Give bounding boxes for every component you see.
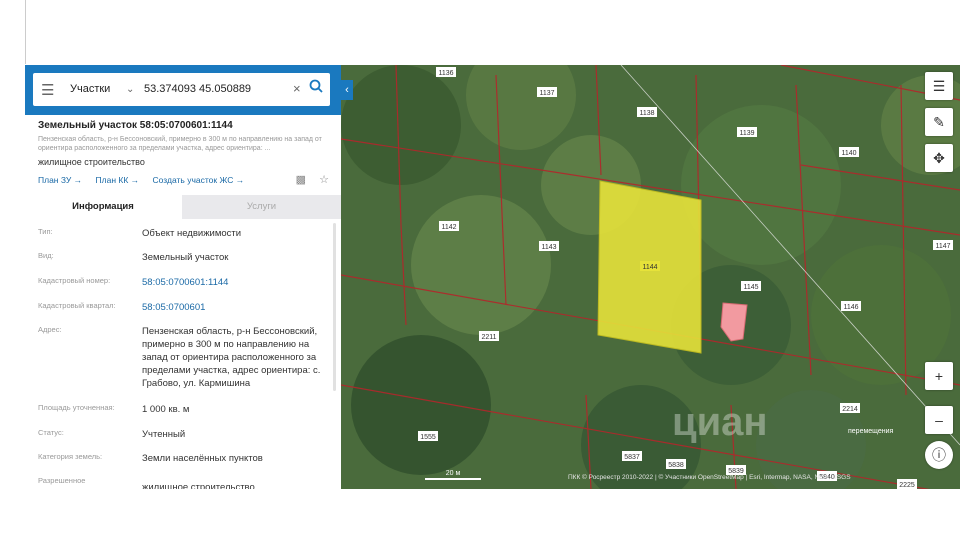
scale-bar: 20 м — [425, 470, 481, 480]
info-label: Адрес: — [38, 325, 62, 334]
scale-label: 20 м — [445, 470, 461, 477]
panel-tabs: Информация Услуги — [25, 195, 341, 219]
parcel-label: 1138 — [637, 107, 657, 117]
panel-actions: ▩ ☆ — [296, 173, 329, 186]
info-label: Разрешенное — [38, 476, 86, 485]
parcel-label: 1144 — [640, 261, 660, 271]
info-label: Кадастровый номер: — [38, 276, 111, 285]
info-label: Площадь уточненная: — [38, 403, 115, 412]
search-icon[interactable] — [309, 79, 323, 97]
category-select[interactable]: Участки — [70, 83, 110, 95]
parcel-label: 2211 — [479, 331, 499, 341]
info-value: Пензенская область, р-н Бессоновский, пр… — [142, 326, 321, 389]
zoom-out-button[interactable]: – — [925, 406, 953, 434]
plan-kk-link[interactable]: План КК → — [96, 175, 140, 185]
info-label: Статус: — [38, 428, 64, 437]
map-attribution: ПКК © Росреестр 2010-2022 | © Участники … — [568, 474, 851, 481]
svg-text:1555: 1555 — [420, 434, 436, 441]
parcel-label: 1146 — [841, 301, 861, 311]
map-canvas[interactable]: 1136 1137 1138 1139 1140 1142 1143 1144 … — [341, 65, 960, 489]
info-value: Земельный участок — [142, 252, 229, 263]
info-panel: ☰ Участки ⌄ 53.374093 45.050889 × Земель… — [25, 65, 341, 489]
parcel-label: 1555 — [418, 431, 438, 441]
cadastral-quarter-link[interactable]: 58:05:0700601 — [142, 301, 332, 314]
measure-button[interactable]: ✎ — [925, 108, 953, 136]
locate-button[interactable]: ✥ — [925, 144, 953, 172]
parcel-use: жилищное строительство — [38, 157, 145, 167]
panel-scrollbar[interactable] — [333, 223, 336, 391]
broken-image: перемещения — [848, 428, 894, 435]
close-icon[interactable]: × — [293, 81, 301, 96]
tab-info[interactable]: Информация — [25, 195, 181, 219]
svg-text:2225: 2225 — [899, 482, 915, 489]
svg-text:2211: 2211 — [481, 334, 496, 341]
svg-text:1146: 1146 — [843, 304, 858, 311]
parcel-label: 1136 — [436, 67, 456, 77]
info-value: жилищное строительство — [142, 482, 255, 489]
svg-text:1139: 1139 — [739, 130, 754, 137]
collapse-panel-button[interactable]: ‹ — [341, 80, 353, 100]
create-parcel-link[interactable]: Создать участок ЖС → — [153, 175, 245, 185]
parcel-label: 1143 — [539, 241, 559, 251]
info-icon: ⓘ — [932, 447, 946, 463]
parcel-label: 1137 — [537, 87, 557, 97]
watermark-logo: циан — [672, 400, 768, 444]
svg-text:1147: 1147 — [935, 243, 950, 250]
svg-text:5838: 5838 — [668, 462, 684, 469]
export-icon[interactable]: ▩ — [296, 174, 306, 186]
svg-text:1144: 1144 — [642, 264, 657, 271]
info-label: Кадастровый квартал: — [38, 301, 116, 310]
svg-text:1136: 1136 — [438, 70, 453, 77]
info-button[interactable]: ⓘ — [925, 441, 953, 469]
info-value: Учтенный — [142, 429, 186, 440]
svg-text:1143: 1143 — [541, 244, 556, 251]
parcel-label: 5837 — [622, 451, 642, 461]
parcel-label: 2214 — [840, 403, 860, 413]
svg-text:1140: 1140 — [841, 150, 856, 157]
ruler-icon: ✎ — [933, 114, 945, 130]
parcel-label: 1139 — [737, 127, 757, 137]
svg-text:2214: 2214 — [842, 406, 858, 413]
parcel-title: Земельный участок 58:05:0700601:1144 — [38, 120, 233, 131]
locate-icon: ✥ — [933, 150, 945, 166]
parcel-label: 1145 — [741, 281, 761, 291]
parcel-label: 2225 — [897, 479, 917, 489]
svg-text:1145: 1145 — [743, 284, 758, 291]
info-label: Вид: — [38, 251, 54, 260]
parcel-label: 1142 — [439, 221, 459, 231]
info-value: 1 000 кв. м — [142, 404, 190, 415]
layers-icon: ☰ — [932, 78, 946, 94]
page-edge — [25, 0, 26, 64]
zoom-in-button[interactable]: + — [925, 362, 953, 390]
chevron-down-icon[interactable]: ⌄ — [126, 84, 134, 95]
info-label: Тип: — [38, 227, 53, 236]
info-value: Земли населённых пунктов — [142, 453, 263, 464]
tab-services[interactable]: Услуги — [182, 195, 341, 219]
info-label: Категория земель: — [38, 452, 103, 461]
plan-zu-link[interactable]: План ЗУ → — [38, 175, 82, 185]
svg-text:1137: 1137 — [539, 90, 554, 97]
layers-button[interactable]: ☰ — [925, 72, 953, 100]
parcel-links: План ЗУ → План КК → Создать участок ЖС → — [38, 175, 255, 185]
svg-text:5837: 5837 — [624, 454, 640, 461]
cadastral-number-link[interactable]: 58:05:0700601:1144 — [142, 276, 332, 289]
star-icon[interactable]: ☆ — [319, 174, 329, 186]
parcel-label: 1147 — [933, 240, 953, 250]
map-view[interactable]: 1136 1137 1138 1139 1140 1142 1143 1144 … — [341, 65, 960, 489]
svg-text:1142: 1142 — [441, 224, 456, 231]
search-box: ☰ Участки ⌄ 53.374093 45.050889 × — [33, 73, 330, 106]
menu-icon[interactable]: ☰ — [41, 81, 54, 99]
minus-icon: – — [935, 412, 943, 428]
search-input[interactable]: 53.374093 45.050889 — [144, 83, 251, 95]
search-bar: ☰ Участки ⌄ 53.374093 45.050889 × — [25, 65, 341, 115]
plus-icon: + — [934, 368, 944, 384]
parcel-label: 5838 — [666, 459, 686, 469]
svg-text:1138: 1138 — [639, 110, 654, 117]
info-value: Объект недвижимости — [142, 228, 242, 239]
scale-line — [425, 478, 481, 480]
chevron-left-icon: ‹ — [345, 84, 349, 96]
parcel-subtitle: Пензенская область, р-н Бессоновский, пр… — [38, 136, 322, 152]
parcel-label: 1140 — [839, 147, 859, 157]
